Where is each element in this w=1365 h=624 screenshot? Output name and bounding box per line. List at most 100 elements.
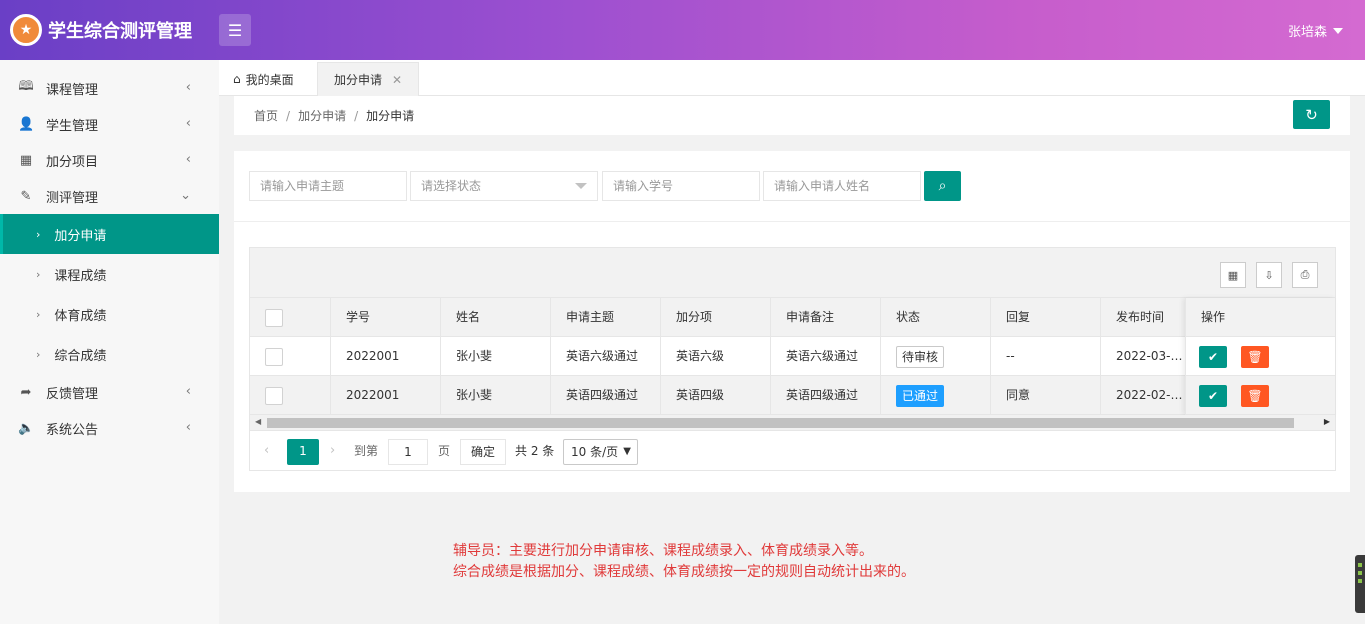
- cell-status: 已通过: [880, 376, 990, 415]
- sidebar-item-label: 测评管理: [46, 190, 99, 206]
- menu-toggle-button[interactable]: ☰: [219, 14, 251, 46]
- breadcrumb-bar: 首页 / 加分申请 / 加分申请 ↻: [234, 96, 1350, 135]
- table-header: 学号 姓名 申请主题 加分项 申请备注 状态 回复 发布时间 操作: [250, 298, 1335, 337]
- sidebar-subitem-course-score[interactable]: › 课程成绩: [0, 254, 219, 294]
- total-count: 共 2 条: [515, 444, 555, 458]
- breadcrumb-level1[interactable]: 加分申请: [298, 109, 346, 123]
- cell-status: 待审核: [880, 337, 990, 376]
- page-size-select[interactable]: 10 条/页 ▼: [563, 439, 638, 465]
- sidebar-item-student[interactable]: 👤 学生管理 ‹: [0, 106, 219, 142]
- cell-student-no: 2022001: [330, 376, 440, 415]
- cell-publish-time: 2022-02-28 10:00:00: [1100, 376, 1185, 415]
- export-button[interactable]: ⇩: [1256, 262, 1282, 288]
- page-number-current[interactable]: 1: [287, 439, 319, 465]
- cell-reply: --: [990, 337, 1100, 376]
- print-button[interactable]: ⎙: [1292, 262, 1318, 288]
- cell-bonus-item: 英语四级: [660, 376, 770, 415]
- header-reply[interactable]: 回复: [990, 298, 1100, 337]
- sidebar-subitem-pe-score[interactable]: › 体育成绩: [0, 294, 219, 334]
- header-publish-time[interactable]: 发布时间: [1100, 298, 1185, 337]
- table-icon: ▦: [19, 152, 33, 168]
- sidebar-subitem-overall-score[interactable]: › 综合成绩: [0, 334, 219, 374]
- cell-subject: 英语四级通过: [550, 376, 660, 415]
- breadcrumb-separator: /: [354, 109, 359, 123]
- horizontal-scrollbar[interactable]: ◀ ▶: [250, 415, 1335, 431]
- user-menu[interactable]: 张培森: [1288, 21, 1343, 40]
- header-student-no[interactable]: 学号: [330, 298, 440, 337]
- tab-home[interactable]: ⌂ 我的桌面: [233, 62, 294, 96]
- header-subject[interactable]: 申请主题: [550, 298, 660, 337]
- pagination: ‹ 1 › 到第 1 页 确定 共 2 条 10 条/页 ▼: [250, 432, 1335, 470]
- home-icon: ⌂: [233, 72, 241, 86]
- note-line-1: 辅导员：主要进行加分申请审核、课程成绩录入、体育成绩录入等。: [453, 543, 873, 559]
- tab-label: 我的桌面: [245, 72, 294, 87]
- scroll-right-arrow-icon[interactable]: ▶: [1324, 417, 1330, 426]
- header-bonus-item[interactable]: 加分项: [660, 298, 770, 337]
- note-line-2: 综合成绩是根据加分、课程成绩、体育成绩按一定的规则自动统计出来的。: [453, 564, 915, 580]
- status-select-placeholder: 请选择状态: [421, 179, 482, 193]
- chevron-left-icon: ‹: [185, 152, 191, 167]
- caret-down-icon: [1333, 27, 1343, 34]
- refresh-button[interactable]: ↻: [1293, 100, 1330, 129]
- status-badge: 待审核: [896, 345, 945, 368]
- chevron-right-icon: ›: [36, 227, 41, 241]
- page-unit-label: 页: [438, 444, 451, 458]
- chevron-left-icon: ‹: [185, 420, 191, 435]
- header-status[interactable]: 状态: [880, 298, 990, 337]
- sidebar-subitem-label: 体育成绩: [54, 308, 107, 324]
- scroll-left-arrow-icon[interactable]: ◀: [255, 417, 261, 426]
- breadcrumb-current: 加分申请: [366, 109, 415, 123]
- chevron-right-icon: ›: [36, 347, 41, 361]
- cell-name: 张小斐: [440, 337, 550, 376]
- prev-page-icon[interactable]: ‹: [264, 439, 269, 465]
- cell-bonus-item: 英语六级: [660, 337, 770, 376]
- tab-bar: ⌂ 我的桌面 加分申请 ✕: [219, 60, 1365, 96]
- star-logo-icon: ★: [10, 14, 42, 46]
- sidebar: 🕮 课程管理 ‹ 👤 学生管理 ‹ ▦ 加分项目 ‹ ✎ 测评管理 ⌄ › 加分…: [0, 60, 219, 624]
- chevron-right-icon: ›: [36, 307, 41, 321]
- close-icon[interactable]: ✕: [392, 73, 402, 87]
- scrollbar-thumb[interactable]: [267, 418, 1294, 428]
- sidebar-item-notice[interactable]: 🔈 系统公告 ‹: [0, 410, 219, 446]
- book-icon: 🕮: [18, 79, 34, 94]
- cell-remark: 英语四级通过: [770, 376, 880, 415]
- hamburger-icon: ☰: [227, 20, 243, 40]
- select-all-checkbox[interactable]: [265, 309, 283, 327]
- sidebar-subitem-bonus-apply[interactable]: › 加分申请: [0, 214, 219, 254]
- status-select[interactable]: 请选择状态: [410, 171, 598, 201]
- columns-filter-button[interactable]: ▦: [1220, 262, 1246, 288]
- table-row[interactable]: 2022001 张小斐 英语四级通过 英语四级 英语四级通过 已通过 同意 20…: [250, 376, 1335, 415]
- chevron-left-icon: ‹: [185, 384, 191, 399]
- user-name: 张培森: [1287, 25, 1327, 40]
- row-checkbox[interactable]: [265, 348, 283, 366]
- sidebar-item-bonus[interactable]: ▦ 加分项目 ‹: [0, 142, 219, 178]
- side-widget[interactable]: [1355, 555, 1365, 613]
- header-name[interactable]: 姓名: [440, 298, 550, 337]
- name-search-input[interactable]: 请输入申请人姓名: [763, 171, 921, 201]
- sidebar-subitem-label: 综合成绩: [54, 348, 107, 364]
- fixed-actions-column-shadow: [1185, 298, 1335, 415]
- goto-confirm-button[interactable]: 确定: [460, 439, 506, 465]
- subject-search-input[interactable]: 请输入申请主题: [249, 171, 407, 201]
- logo-area[interactable]: ★ 学生综合测评管理: [10, 14, 192, 46]
- search-icon: ⌕: [938, 178, 947, 194]
- student-no-search-input[interactable]: 请输入学号: [602, 171, 760, 201]
- app-header: ★ 学生综合测评管理 ☰ 张培森: [0, 0, 1365, 60]
- cell-name: 张小斐: [440, 376, 550, 415]
- chevron-down-icon: ⌄: [180, 188, 191, 203]
- table-toolbar: ▦ ⇩ ⎙: [250, 248, 1335, 298]
- sidebar-item-course[interactable]: 🕮 课程管理 ‹: [0, 70, 219, 106]
- row-checkbox[interactable]: [265, 387, 283, 405]
- header-remark[interactable]: 申请备注: [770, 298, 880, 337]
- table-row[interactable]: 2022001 张小斐 英语六级通过 英语六级 英语六级通过 待审核 -- 20…: [250, 337, 1335, 376]
- tab-bonus-apply[interactable]: 加分申请 ✕: [317, 62, 419, 96]
- sidebar-item-feedback[interactable]: ➦ 反馈管理 ‹: [0, 374, 219, 410]
- cell-reply: 同意: [990, 376, 1100, 415]
- status-badge: 已通过: [896, 384, 945, 407]
- breadcrumb-home[interactable]: 首页: [254, 109, 278, 123]
- goto-page-input[interactable]: 1: [388, 439, 428, 465]
- sidebar-item-evaluation[interactable]: ✎ 测评管理 ⌄: [0, 178, 219, 214]
- search-button[interactable]: ⌕: [924, 171, 961, 201]
- next-page-icon[interactable]: ›: [330, 439, 335, 465]
- header-select-cell: [250, 298, 330, 337]
